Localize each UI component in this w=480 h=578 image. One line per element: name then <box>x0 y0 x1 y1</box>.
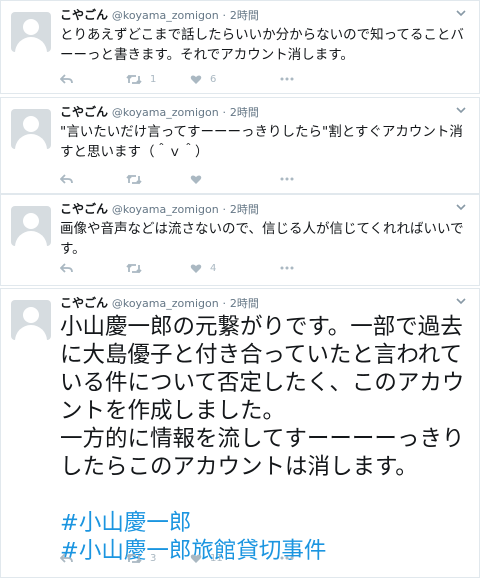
tweet-header: こやごん @koyama_zomigon · 2時間 <box>60 104 453 121</box>
username[interactable]: @koyama_zomigon <box>112 106 219 119</box>
retweet-icon <box>126 174 142 184</box>
tweet-text: "言いたいだけ言ってすーーーっきりしたら"割とすぐアカウント消すと思います（＾ｖ… <box>60 124 463 160</box>
retweet-button[interactable]: 3 <box>126 553 190 564</box>
retweet-button[interactable]: 1 <box>126 74 190 85</box>
chevron-down-icon[interactable] <box>455 201 467 213</box>
reply-button[interactable] <box>60 173 126 185</box>
like-button[interactable]: 4 <box>190 263 280 274</box>
retweet-button[interactable] <box>126 263 190 274</box>
tweet-actions: 4 <box>60 259 469 277</box>
heart-icon <box>190 74 202 84</box>
display-name[interactable]: こやごん <box>60 202 108 216</box>
username[interactable]: @koyama_zomigon <box>112 297 219 310</box>
tweet-paragraph: 小山慶一郎の元繋がりです。一部で過去に大島優子と付き合っていたと言われている件に… <box>60 314 465 424</box>
tweet-card[interactable]: こやごん @koyama_zomigon · 2時間 "言いたいだけ言ってすーー… <box>0 97 480 194</box>
more-button[interactable] <box>280 177 300 181</box>
tweet-card[interactable]: こやごん @koyama_zomigon · 2時間 画像や音声などは流さないの… <box>0 194 480 286</box>
tweet-text: とりあえずどこまで話したらいいか分からないので知ってることバーーっと書きます。そ… <box>60 27 464 63</box>
separator-dot: · <box>222 297 227 310</box>
tweet-text: 画像や音声などは流さないので、信じる人が信じてくれればいいです。 <box>60 221 464 257</box>
like-button[interactable] <box>190 174 280 185</box>
avatar[interactable] <box>11 206 51 246</box>
separator-dot: · <box>222 106 227 119</box>
tweet-actions: 3 11 <box>60 549 469 567</box>
more-dots-icon <box>280 77 294 81</box>
reply-icon <box>60 73 73 84</box>
like-button[interactable]: 11 <box>190 553 280 564</box>
like-button[interactable]: 6 <box>190 74 280 85</box>
tweet-card[interactable]: こやごん @koyama_zomigon · 2時間 とりあえずどこまで話したら… <box>0 0 480 94</box>
chevron-down-icon[interactable] <box>455 104 467 116</box>
more-dots-icon <box>280 266 294 270</box>
retweet-icon <box>126 74 142 84</box>
more-button[interactable] <box>280 266 300 270</box>
chevron-down-icon[interactable] <box>455 7 467 19</box>
heart-icon <box>190 174 202 184</box>
tweet-header: こやごん @koyama_zomigon · 2時間 <box>60 201 453 218</box>
tweet-header: こやごん @koyama_zomigon · 2時間 <box>60 7 453 24</box>
avatar[interactable] <box>11 109 51 149</box>
like-count: 4 <box>210 262 217 274</box>
timestamp[interactable]: 2時間 <box>230 106 259 119</box>
avatar[interactable] <box>11 300 51 340</box>
display-name[interactable]: こやごん <box>60 105 108 119</box>
heart-icon <box>190 553 202 563</box>
display-name[interactable]: こやごん <box>60 296 108 310</box>
like-count: 11 <box>210 552 223 564</box>
chevron-down-icon[interactable] <box>455 295 467 307</box>
tweet-paragraph: 一方的に情報を流してすーーーーっきりしたらこのアカウントは消します。 <box>60 426 465 480</box>
reply-button[interactable] <box>60 552 126 564</box>
more-dots-icon <box>280 556 294 560</box>
timestamp[interactable]: 2時間 <box>230 203 259 216</box>
separator-dot: · <box>222 203 227 216</box>
heart-icon <box>190 263 202 273</box>
reply-icon <box>60 173 73 184</box>
timestamp[interactable]: 2時間 <box>230 9 259 22</box>
more-button[interactable] <box>280 556 300 560</box>
tweet-card[interactable]: こやごん @koyama_zomigon · 2時間 小山慶一郎の元繋がりです。… <box>0 288 480 578</box>
timestamp[interactable]: 2時間 <box>230 297 259 310</box>
reply-button[interactable] <box>60 262 126 274</box>
tweet-actions <box>60 170 469 188</box>
tweet-header: こやごん @koyama_zomigon · 2時間 <box>60 295 453 312</box>
reply-icon <box>60 262 73 273</box>
retweet-count: 1 <box>150 73 157 85</box>
reply-icon <box>60 552 73 563</box>
like-count: 6 <box>210 73 217 85</box>
tweet-actions: 1 6 <box>60 70 469 88</box>
retweet-icon <box>126 263 142 273</box>
more-button[interactable] <box>280 77 300 81</box>
retweet-count: 3 <box>150 552 157 564</box>
username[interactable]: @koyama_zomigon <box>112 9 219 22</box>
more-dots-icon <box>280 177 294 181</box>
retweet-icon <box>126 553 142 563</box>
avatar[interactable] <box>11 12 51 52</box>
hashtag-link[interactable]: #小山慶一郎 <box>60 509 471 537</box>
tweet-text: 小山慶一郎の元繋がりです。一部で過去に大島優子と付き合っていたと言われている件に… <box>60 313 471 565</box>
retweet-button[interactable] <box>126 174 190 185</box>
tweet-feed: こやごん @koyama_zomigon · 2時間 とりあえずどこまで話したら… <box>0 0 480 578</box>
display-name[interactable]: こやごん <box>60 8 108 22</box>
username[interactable]: @koyama_zomigon <box>112 203 219 216</box>
reply-button[interactable] <box>60 73 126 85</box>
separator-dot: · <box>222 9 227 22</box>
